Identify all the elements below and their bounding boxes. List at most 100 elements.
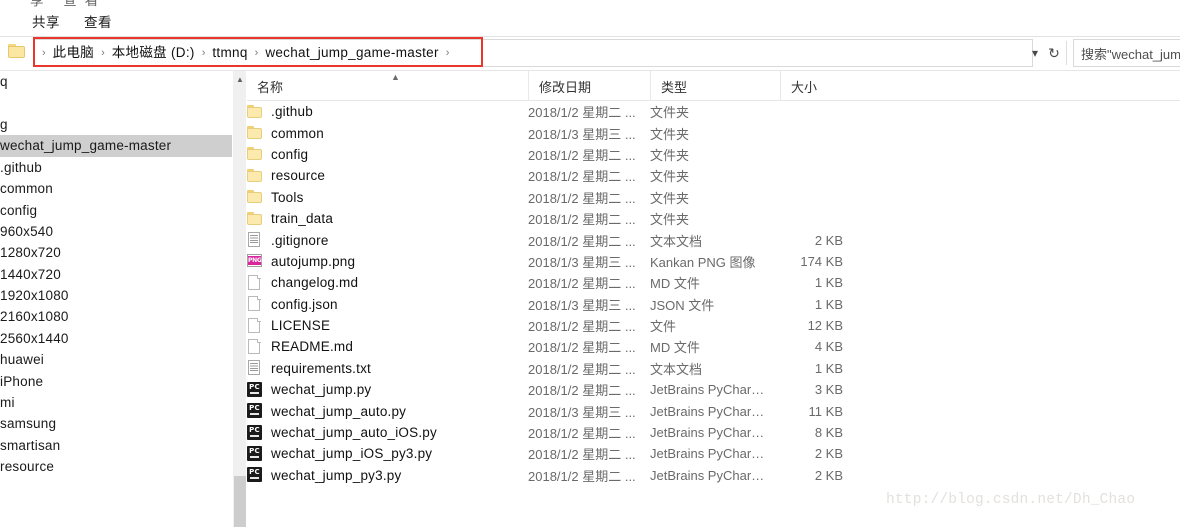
nav-item[interactable]: 1440x720 — [0, 264, 232, 285]
table-row[interactable]: requirements.txt 2018/1/2 星期二 ... 文本文档 1 KB — [247, 358, 1180, 379]
nav-item[interactable] — [0, 92, 232, 113]
file-name-cell[interactable]: LICENSE — [247, 317, 330, 334]
nav-item[interactable]: iPhone — [0, 370, 232, 391]
nav-item[interactable]: config — [0, 199, 232, 220]
table-row[interactable]: README.md 2018/1/2 星期二 ... MD 文件 4 KB — [247, 336, 1180, 357]
nav-item-label: g — [0, 116, 8, 132]
chevron-up-icon[interactable]: ▲ — [233, 71, 247, 87]
pycharm-file-icon: PC — [247, 445, 263, 462]
file-name-cell[interactable]: .github — [247, 104, 313, 120]
file-name-cell[interactable]: PC wechat_jump_py3.py — [247, 467, 401, 483]
file-name-cell[interactable]: PC wechat_jump_iOS_py3.py — [247, 445, 432, 462]
nav-item[interactable]: 1920x1080 — [0, 285, 232, 306]
file-name-cell[interactable]: train_data — [247, 211, 333, 227]
breadcrumb-item-this-pc[interactable]: 此电脑 — [48, 43, 99, 63]
column-header-date-modified[interactable]: 修改日期 — [528, 71, 650, 101]
table-row[interactable]: config 2018/1/2 星期二 ... 文件夹 — [247, 144, 1180, 165]
file-size-cell: 2 KB — [814, 467, 843, 483]
file-name-label: config.json — [271, 296, 338, 312]
file-name-cell[interactable]: PC wechat_jump_auto.py — [247, 403, 406, 419]
file-name-cell[interactable]: Tools — [247, 189, 304, 205]
file-name-cell[interactable]: config.json — [247, 296, 338, 312]
table-row[interactable]: Tools 2018/1/2 星期二 ... 文件夹 — [247, 187, 1180, 208]
nav-item[interactable]: 1280x720 — [0, 242, 232, 263]
explorer-body: q g wechat_jump_game-master .github common co… — [0, 70, 1180, 527]
column-header-size[interactable]: 大小 — [780, 71, 850, 101]
nav-item[interactable]: .github — [0, 157, 232, 178]
nav-item[interactable]: q — [0, 71, 232, 92]
table-row[interactable]: PNG autojump.png 2018/1/3 星期三 ... Kankan PN… — [247, 251, 1180, 272]
refresh-icon[interactable]: ↻ — [1043, 39, 1065, 67]
nav-item[interactable]: huawei — [0, 349, 232, 370]
nav-item[interactable]: g — [0, 114, 232, 135]
file-name-cell[interactable]: resource — [247, 168, 325, 184]
breadcrumb-item-wechat-jump-game-master[interactable]: wechat_jump_game-master — [260, 43, 443, 63]
table-row[interactable]: .github 2018/1/2 星期二 ... 文件夹 — [247, 101, 1180, 122]
table-row[interactable]: LICENSE 2018/1/2 星期二 ... 文件 12 KB — [247, 315, 1180, 336]
tab-view[interactable]: 查看 — [72, 15, 124, 36]
nav-item-label: samsung — [0, 416, 57, 432]
nav-item[interactable]: wechat_jump_game-master — [0, 135, 232, 157]
breadcrumb-item-local-disk-d[interactable]: 本地磁盘 (D:) — [107, 43, 200, 63]
breadcrumb: › 此电脑 › 本地磁盘 (D:) › ttmnq › wechat_jump_… — [34, 43, 451, 63]
table-row[interactable]: common 2018/1/3 星期三 ... 文件夹 — [247, 122, 1180, 143]
file-name-cell[interactable]: common — [247, 125, 324, 141]
breadcrumb-separator-3: › — [254, 47, 259, 59]
nav-item[interactable]: mi — [0, 392, 232, 413]
table-row[interactable]: train_data 2018/1/2 星期二 ... 文件夹 — [247, 208, 1180, 229]
table-row[interactable]: PC wechat_jump_auto.py 2018/1/3 星期三 ... Jet… — [247, 400, 1180, 421]
table-row[interactable]: changelog.md 2018/1/2 星期二 ... MD 文件 1 KB — [247, 272, 1180, 293]
address-bar[interactable]: › 此电脑 › 本地磁盘 (D:) › ttmnq › wechat_jump_… — [33, 39, 1033, 67]
file-type-cell: JSON 文件 — [650, 297, 715, 313]
folder-icon — [247, 104, 263, 120]
breadcrumb-item-ttmnq[interactable]: ttmnq — [207, 43, 252, 63]
table-row[interactable]: PC wechat_jump_py3.py 2018/1/2 星期二 ... JetB… — [247, 465, 1180, 486]
navigation-scrollbar[interactable]: ▲ — [232, 71, 246, 527]
file-date-cell: 2018/1/2 星期二 ... — [528, 340, 636, 356]
file-name-cell[interactable]: requirements.txt — [247, 360, 371, 376]
nav-item-label: q — [0, 74, 8, 90]
search-input[interactable]: 搜索"wechat_jum — [1073, 39, 1180, 67]
file-name-cell[interactable]: PC wechat_jump_auto_iOS.py — [247, 424, 437, 441]
file-name-cell[interactable]: changelog.md — [247, 274, 358, 291]
file-name-cell[interactable]: README.md — [247, 338, 353, 355]
pycharm-file-icon: PC — [247, 467, 263, 483]
table-row[interactable]: .gitignore 2018/1/2 星期二 ... 文本文档 2 KB — [247, 229, 1180, 250]
table-row[interactable]: config.json 2018/1/3 星期三 ... JSON 文件 1 KB — [247, 294, 1180, 315]
navigation-scrollbar-thumb[interactable] — [234, 476, 246, 527]
nav-item-label: config — [0, 202, 38, 218]
file-date-cell: 2018/1/3 星期三 ... — [528, 404, 636, 420]
nav-item[interactable]: common — [0, 178, 232, 199]
nav-item[interactable]: resource — [0, 456, 232, 477]
file-size-cell: 1 KB — [814, 296, 843, 312]
file-date-cell: 2018/1/2 星期二 ... — [528, 233, 636, 249]
nav-item-label: mi — [0, 395, 15, 411]
table-row[interactable]: PC wechat_jump.py 2018/1/2 星期二 ... JetBrain… — [247, 379, 1180, 400]
document-file-icon — [247, 317, 263, 334]
file-type-cell: 文件夹 — [650, 126, 690, 142]
file-size-cell: 2 KB — [814, 232, 843, 248]
file-date-cell: 2018/1/2 星期二 ... — [528, 276, 636, 292]
nav-item[interactable]: smartisan — [0, 435, 232, 456]
nav-item-label: wechat_jump_game-master — [0, 138, 172, 154]
file-name-cell[interactable]: config — [247, 146, 308, 162]
column-header-type[interactable]: 类型 — [650, 71, 780, 101]
pycharm-file-icon: PC — [247, 403, 263, 419]
file-size-cell: 8 KB — [814, 425, 843, 441]
tab-share[interactable]: 共享 — [20, 15, 72, 36]
file-name-cell[interactable]: PC wechat_jump.py — [247, 381, 371, 398]
file-name-cell[interactable]: PNG autojump.png — [247, 253, 355, 269]
file-name-cell[interactable]: .gitignore — [247, 232, 329, 248]
nav-item[interactable]: samsung — [0, 413, 232, 434]
table-row[interactable]: resource 2018/1/2 星期二 ... 文件夹 — [247, 165, 1180, 186]
nav-item[interactable]: 960x540 — [0, 221, 232, 242]
breadcrumb-separator-1: › — [101, 47, 105, 59]
table-row[interactable]: PC wechat_jump_auto_iOS.py 2018/1/2 星期二 ..… — [247, 422, 1180, 443]
navigation-pane: q g wechat_jump_game-master .github common co… — [0, 71, 232, 527]
file-name-label: config — [271, 146, 309, 162]
nav-item-label: 2160x1080 — [0, 309, 69, 325]
nav-item[interactable]: 2560x1440 — [0, 328, 232, 349]
column-header-name[interactable]: 名称 — [247, 71, 528, 101]
table-row[interactable]: PC wechat_jump_iOS_py3.py 2018/1/2 星期二 ...… — [247, 443, 1180, 464]
nav-item[interactable]: 2160x1080 — [0, 306, 232, 327]
